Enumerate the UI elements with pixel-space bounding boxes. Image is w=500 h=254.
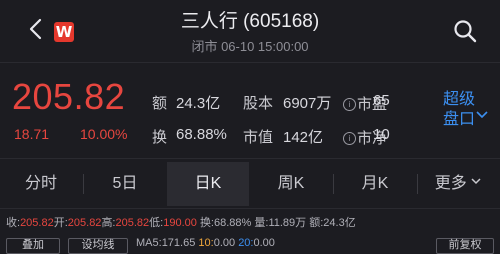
search-icon (454, 20, 477, 43)
ma10-label: 10: (198, 237, 214, 249)
price-change: 18.71 (14, 126, 50, 142)
ma5-label: MA5: (136, 237, 162, 249)
super-order-book-line1: 超级 (443, 91, 476, 108)
open-label: 开: (53, 217, 68, 229)
turnover-value: 68.88% (176, 126, 227, 143)
set-ma-button[interactable]: 设均线 (68, 238, 128, 254)
app-logo[interactable]: W (54, 22, 74, 42)
pb-value: 10 (373, 126, 390, 143)
volume-label: 量: (254, 217, 269, 229)
chevron-down-icon (471, 178, 481, 185)
stock-title: 三人行 (605168) (180, 11, 320, 32)
tab-intraday[interactable]: 分时 (0, 162, 82, 206)
back-button[interactable] (22, 14, 52, 44)
share-capital-label: 股本 (243, 95, 274, 112)
amount-label: 额: (309, 217, 324, 229)
amount-value: 24.3亿 (323, 217, 356, 229)
low-value: 190.00 (163, 217, 197, 229)
chevron-down-icon (476, 108, 488, 122)
amount-value: 24.3亿 (176, 95, 221, 112)
divider (0, 208, 500, 209)
market-cap-label: 市值 (243, 129, 274, 146)
search-button[interactable] (452, 18, 478, 44)
ma20-label: 20: (238, 237, 254, 249)
high-value: 205.82 (115, 217, 150, 229)
turnover-label: 换: (199, 217, 214, 229)
ma5-value: 171.65 (161, 237, 196, 249)
price-change-percent: 10.00% (80, 126, 128, 142)
close-label: 收: (6, 217, 21, 229)
pe-value: 65 (373, 92, 390, 109)
chart-period-tabs: 分时 5日 日K 周K 月K 更多 (0, 162, 500, 208)
amount-label: 额 (152, 95, 168, 112)
share-capital-value: 6907万 (283, 95, 332, 112)
chevron-left-icon (29, 18, 42, 40)
tab-daily-k[interactable]: 日K (167, 162, 249, 206)
ma10-value: 0.00 (213, 237, 236, 249)
overlay-button[interactable]: 叠加 (6, 238, 60, 254)
open-value: 205.82 (67, 217, 102, 229)
info-icon: i (343, 98, 356, 111)
market-cap-value: 142亿 (283, 129, 324, 146)
tab-more[interactable]: 更多 (418, 162, 498, 206)
divider (0, 62, 500, 63)
tab-more-label: 更多 (434, 175, 467, 192)
info-icon: i (343, 132, 356, 145)
divider (0, 158, 500, 159)
close-value: 205.82 (20, 217, 54, 229)
turnover-value: 68.88% (214, 217, 252, 229)
turnover-label: 换 (152, 129, 168, 146)
ma-readout: MA5:171.65 10:0.00 20:0.00 (136, 237, 275, 249)
kline-info-line: 收:205.82开:205.82高:205.82低:190.00 换:68.88… (6, 214, 356, 230)
low-label: 低: (149, 217, 164, 229)
current-price: 205.82 (12, 76, 126, 117)
tab-monthly-k[interactable]: 月K (334, 162, 416, 206)
volume-value: 11.89万 (268, 217, 307, 229)
ma20-value: 0.00 (253, 237, 275, 249)
high-label: 高: (101, 217, 116, 229)
tab-weekly-k[interactable]: 周K (250, 162, 332, 206)
tab-5day[interactable]: 5日 (84, 162, 166, 206)
market-status: 闭市 06-10 15:00:00 (191, 39, 309, 54)
adjust-button[interactable]: 前复权 (436, 238, 494, 254)
